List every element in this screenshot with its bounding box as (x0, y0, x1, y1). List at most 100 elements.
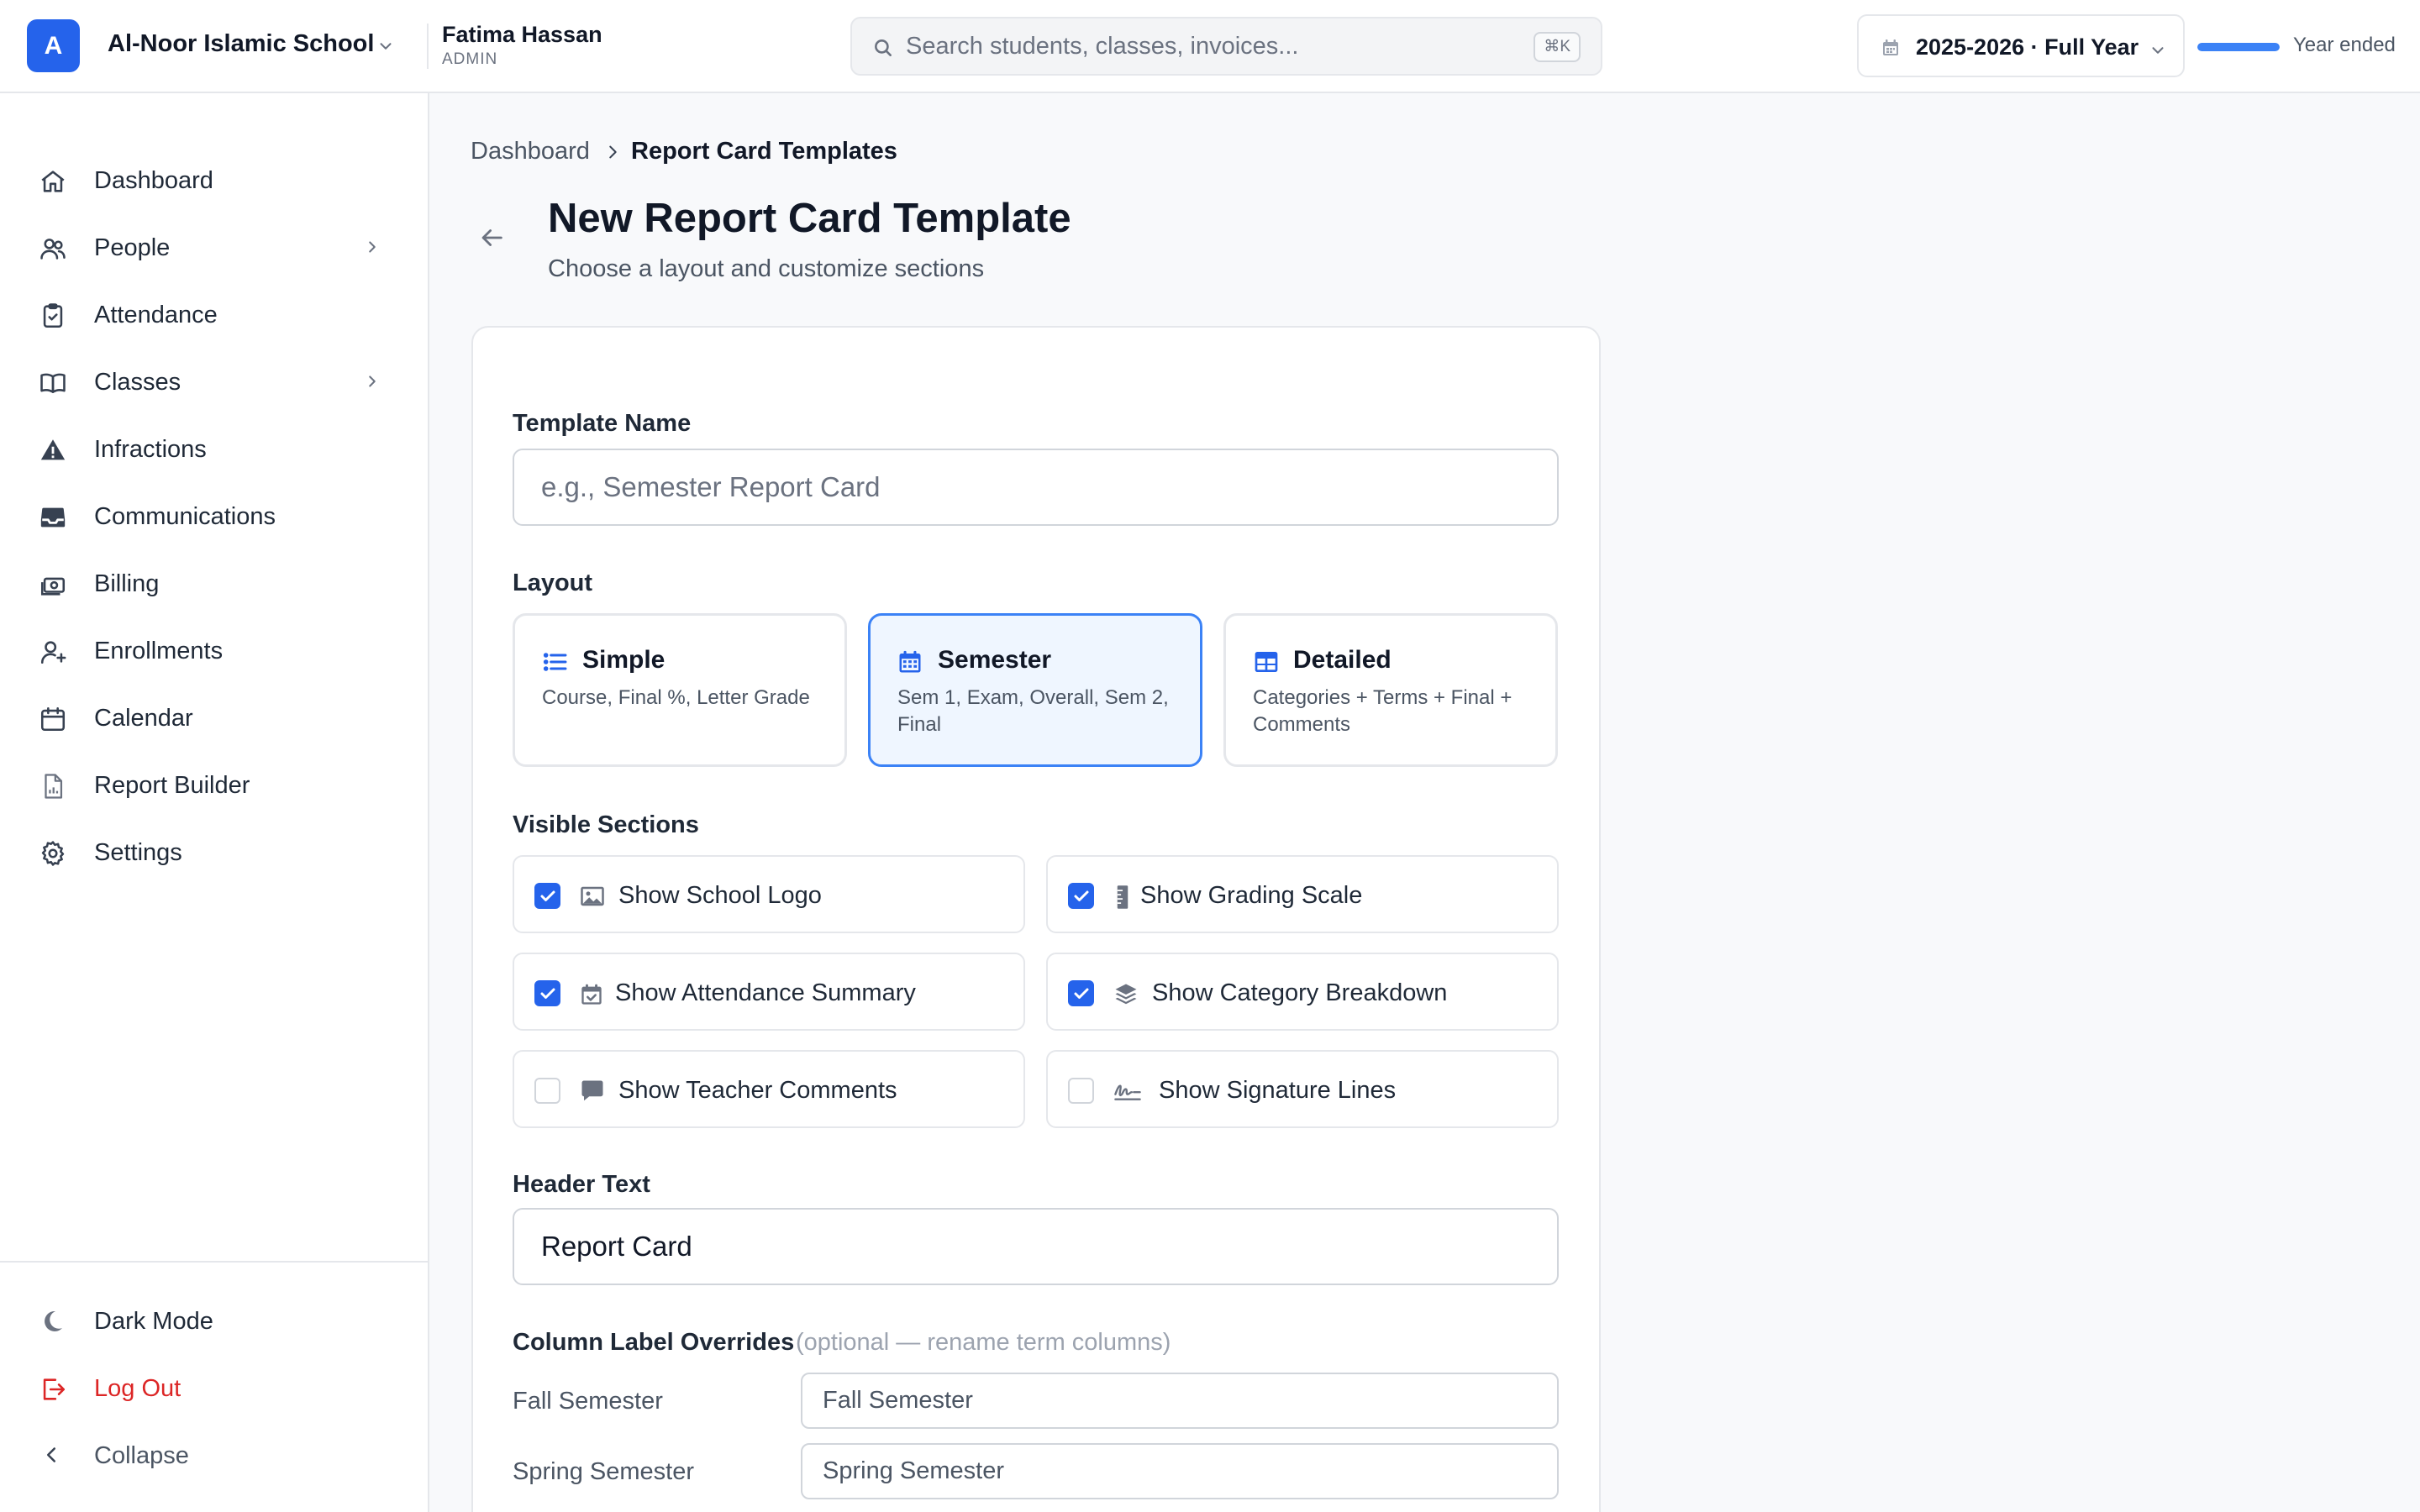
column-overrides-label: Column Label Overrides (513, 1329, 795, 1356)
sidebar-item-label: Classes (94, 369, 182, 396)
warning-icon (39, 436, 67, 465)
back-button[interactable] (477, 223, 514, 257)
check-icon (540, 890, 555, 901)
school-year-select[interactable]: 2025-2026 · Full Year (1857, 14, 2185, 77)
calendar-icon (1881, 38, 1901, 58)
checkbox[interactable] (534, 980, 560, 1006)
breadcrumb-current: Report Card Templates (631, 138, 897, 165)
table-icon (1253, 648, 1280, 675)
section-toggle-category-breakdown[interactable]: Show Category Breakdown (1046, 953, 1559, 1031)
sidebar-item-communications[interactable]: Communications (20, 486, 410, 545)
sidebar-item-label: Calendar (94, 705, 193, 732)
section-toggle-teacher-comments[interactable]: Show Teacher Comments (513, 1050, 1025, 1128)
year-status: Year ended (2293, 34, 2396, 56)
divider (427, 24, 429, 69)
layout-label: Layout (513, 570, 593, 596)
sidebar-item-infractions[interactable]: Infractions (20, 419, 410, 478)
users-icon (39, 234, 67, 263)
gear-icon (39, 839, 67, 868)
book-open-icon (39, 369, 67, 397)
chevron-left-icon (39, 1442, 64, 1467)
layout-option-desc: Course, Final %, Letter Grade (542, 686, 810, 709)
school-logo[interactable]: A (27, 19, 80, 72)
clipboard-check-icon (39, 302, 67, 330)
layout-option-title: Semester (938, 646, 1052, 674)
sidebar-item-settings[interactable]: Settings (20, 822, 410, 881)
header-text-input[interactable] (513, 1208, 1559, 1285)
search-icon (872, 37, 894, 59)
sidebar-item-billing[interactable]: Billing (20, 554, 410, 612)
search-input[interactable] (906, 18, 1528, 74)
layout-option-semester[interactable]: Semester Sem 1, Exam, Overall, Sem 2, Fi… (868, 613, 1202, 767)
visible-sections-label: Visible Sections (513, 811, 699, 838)
override-row-label: Fall Semester (513, 1388, 663, 1415)
column-overrides-hint: (optional — rename term columns) (796, 1329, 1171, 1356)
sidebar-item-calendar[interactable]: Calendar (20, 688, 410, 747)
section-toggle-label: Show Attendance Summary (615, 979, 916, 1006)
logout-label: Log Out (94, 1375, 182, 1402)
checkbox[interactable] (1068, 980, 1094, 1006)
section-toggle-label: Show Category Breakdown (1152, 979, 1448, 1006)
home-icon (39, 167, 67, 196)
fall-semester-override-input[interactable] (801, 1373, 1559, 1429)
layout-option-desc: Categories + Terms + Final + Comments (1253, 686, 1512, 736)
comment-icon (580, 1079, 605, 1103)
check-icon (1074, 890, 1089, 901)
calendar-icon (897, 648, 923, 675)
arrow-left-icon (481, 229, 502, 246)
user-plus-icon (39, 638, 67, 666)
breadcrumb-root-link[interactable]: Dashboard (471, 138, 590, 165)
dark-mode-label: Dark Mode (94, 1308, 213, 1335)
sidebar-item-label: Communications (94, 503, 276, 530)
sidebar-item-label: Infractions (94, 436, 207, 463)
layout-option-title: Simple (582, 646, 666, 674)
user-name: Fatima Hassan (442, 22, 602, 47)
user-role: ADMIN (442, 50, 498, 68)
signature-icon (1113, 1079, 1142, 1103)
list-icon (542, 648, 569, 675)
layout-option-simple[interactable]: Simple Course, Final %, Letter Grade (513, 613, 847, 767)
sidebar-item-label: Attendance (94, 302, 218, 328)
checkbox[interactable] (1068, 1078, 1094, 1104)
sidebar-item-attendance[interactable]: Attendance (20, 285, 410, 344)
checkbox[interactable] (534, 883, 560, 909)
section-toggle-attendance-summary[interactable]: Show Attendance Summary (513, 953, 1025, 1031)
template-name-input[interactable] (513, 449, 1559, 526)
checkbox[interactable] (534, 1078, 560, 1104)
sidebar-item-label: Enrollments (94, 638, 224, 664)
chevron-down-icon (2149, 41, 2167, 60)
logout-button[interactable]: Log Out (20, 1358, 410, 1417)
inbox-icon (39, 503, 67, 532)
sidebar-item-people[interactable]: People (20, 218, 410, 276)
section-toggle-grading-scale[interactable]: Show Grading Scale (1046, 855, 1559, 933)
section-toggle-label: Show Grading Scale (1140, 882, 1363, 909)
page-title: New Report Card Template (548, 196, 1071, 241)
section-toggle-school-logo[interactable]: Show School Logo (513, 855, 1025, 933)
layers-icon (1113, 982, 1139, 1007)
collapse-sidebar-button[interactable]: Collapse (20, 1425, 410, 1484)
chevron-right-icon (603, 141, 622, 163)
chevron-down-icon[interactable] (376, 37, 395, 55)
sidebar-item-classes[interactable]: Classes (20, 352, 410, 411)
school-switcher[interactable]: Al-Noor Islamic School (108, 30, 374, 58)
layout-option-detailed[interactable]: Detailed Categories + Terms + Final + Co… (1223, 613, 1558, 767)
section-toggle-label: Show Signature Lines (1159, 1077, 1397, 1104)
check-icon (1074, 988, 1089, 999)
sidebar-item-dashboard[interactable]: Dashboard (20, 150, 410, 209)
dark-mode-toggle[interactable]: Dark Mode (20, 1291, 410, 1350)
checkbox[interactable] (1068, 883, 1094, 909)
year-progress-bar (2197, 43, 2280, 51)
section-toggle-signature-lines[interactable]: Show Signature Lines (1046, 1050, 1559, 1128)
sidebar-item-label: Report Builder (94, 772, 250, 799)
template-name-label: Template Name (513, 410, 692, 437)
sidebar-item-report-builder[interactable]: Report Builder (20, 755, 410, 814)
image-icon (580, 885, 605, 908)
check-icon (540, 988, 555, 999)
section-toggle-label: Show School Logo (618, 882, 822, 909)
cash-icon (39, 570, 67, 599)
sidebar-item-enrollments[interactable]: Enrollments (20, 621, 410, 680)
top-bar: A Al-Noor Islamic School Fatima Hassan A… (0, 0, 2420, 93)
collapse-label: Collapse (94, 1442, 189, 1469)
spring-semester-override-input[interactable] (801, 1443, 1559, 1499)
global-search[interactable]: ⌘K (850, 17, 1602, 76)
